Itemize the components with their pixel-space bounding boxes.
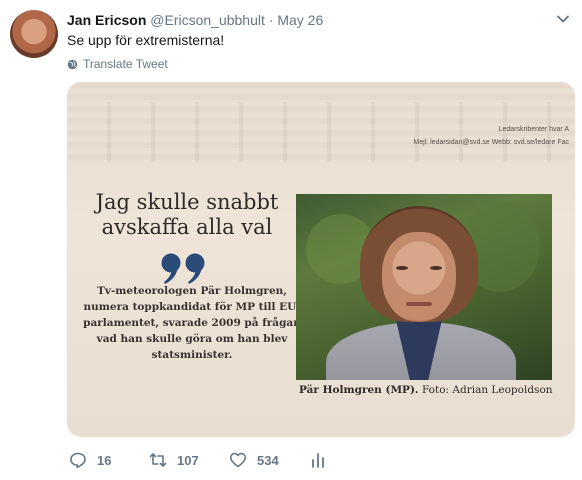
chevron-down-icon[interactable]: [556, 12, 570, 26]
tweet-header: Jan Ericson @Ericson_ubbhult · May 26: [67, 11, 323, 29]
translate-tweet-link[interactable]: Translate Tweet: [67, 56, 168, 72]
reply-icon: [70, 452, 86, 469]
newspaper-headline: Jag skulle snabbt avskaffa alla val: [95, 190, 279, 239]
caption-credit: Foto: Adrian Leopoldson: [421, 384, 553, 396]
analytics-button[interactable]: [309, 450, 327, 470]
retweet-icon: [149, 453, 167, 467]
like-count: 534: [257, 452, 279, 468]
separator: ·: [268, 12, 274, 28]
translate-label[interactable]: Translate Tweet: [83, 56, 168, 72]
caption-name: Pär Holmgren (MP).: [299, 384, 419, 396]
reply-count: 16: [97, 452, 112, 468]
portrait-photo: [296, 194, 552, 380]
author-handle[interactable]: @Ericson_ubbhult: [150, 12, 265, 28]
tweet-text: Se upp för extremisterna!: [67, 32, 225, 48]
reply-button[interactable]: 16: [69, 450, 111, 470]
analytics-icon: [312, 453, 324, 468]
tweet-date[interactable]: May 26: [277, 12, 323, 28]
newspaper-meta-line: Mejl: ledarsidan@svd.se Webb: svd.se/led…: [413, 139, 569, 146]
retweet-button[interactable]: 107: [149, 450, 199, 470]
newspaper-meta-line: Ledarskribenter hvar A: [498, 126, 569, 133]
heart-icon: [230, 452, 246, 468]
avatar[interactable]: [10, 10, 58, 58]
tweet-actions: 16 107 534: [67, 450, 567, 470]
quote-mark-icon: [161, 253, 205, 284]
like-button[interactable]: 534: [229, 450, 279, 470]
globe-icon: [67, 59, 78, 69]
author-name[interactable]: Jan Ericson: [67, 12, 146, 28]
tweet-photo[interactable]: Ledarskribenter hvar A Mejl: ledarsidan@…: [67, 82, 575, 437]
photo-caption: Pär Holmgren (MP). Foto: Adrian Leopolds…: [299, 383, 553, 397]
tweet[interactable]: Jan Ericson @Ericson_ubbhult · May 26 Se…: [0, 0, 582, 480]
newspaper-lede: Tv-meteorologen Pär Holmgren, numera top…: [83, 285, 301, 361]
retweet-count: 107: [177, 452, 199, 468]
